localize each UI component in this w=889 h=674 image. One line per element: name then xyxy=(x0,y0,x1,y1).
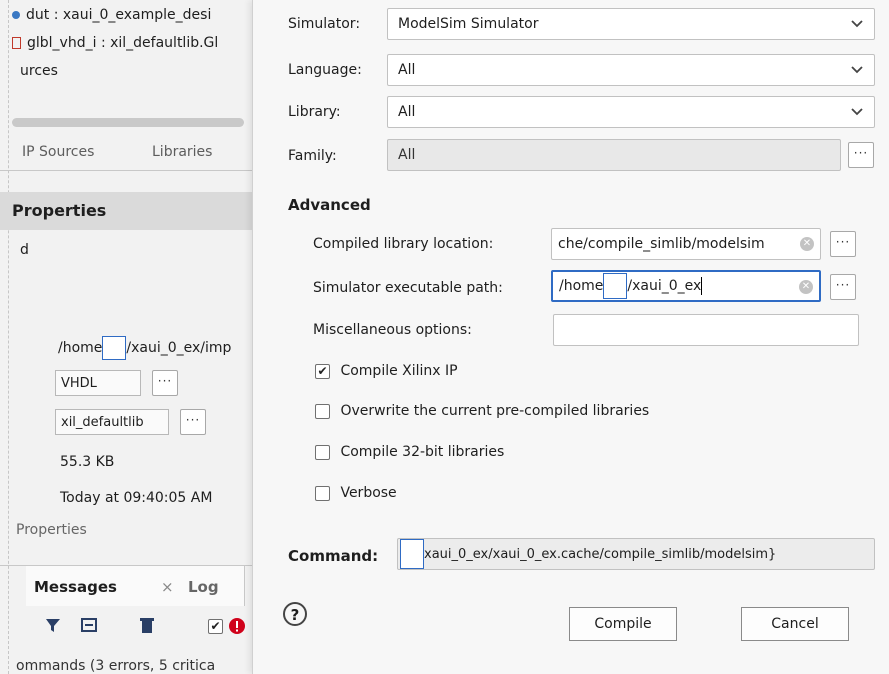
simulator-label: Simulator: xyxy=(288,16,361,32)
tab-ip-sources[interactable]: IP Sources xyxy=(22,144,94,160)
tab-log[interactable]: Log xyxy=(188,578,219,596)
sources-tab-bar: IP Sources Libraries xyxy=(0,136,252,171)
compile-button[interactable]: Compile xyxy=(569,607,677,641)
project-sources-pane: dut : xaui_0_example_desi glbl_vhd_i : x… xyxy=(0,0,252,674)
horizontal-scrollbar[interactable] xyxy=(12,118,244,127)
collapse-icon[interactable] xyxy=(80,616,98,634)
library-label: Library: xyxy=(288,104,341,120)
redacted-block xyxy=(603,273,628,299)
simulator-executable-browse-button[interactable]: ··· xyxy=(830,274,856,300)
show-checkbox[interactable]: ✔ xyxy=(208,619,223,634)
tree-item-dut[interactable]: dut : xaui_0_example_desi xyxy=(12,4,211,26)
family-label: Family: xyxy=(288,148,337,164)
property-path: /home/xaui_0_ex/imp xyxy=(58,336,231,360)
miscellaneous-options-label: Miscellaneous options: xyxy=(313,322,472,338)
compiled-library-location-label: Compiled library location: xyxy=(313,236,494,252)
verbose-option[interactable]: Verbose xyxy=(315,485,397,501)
command-preview: xaui_0_ex/xaui_0_ex.cache/compile_simlib… xyxy=(397,538,875,570)
command-label: Command: xyxy=(288,547,379,565)
chevron-down-icon xyxy=(851,108,863,116)
compiled-library-browse-button[interactable]: ··· xyxy=(830,231,856,257)
miscellaneous-options-input[interactable] xyxy=(553,314,859,346)
compile-32bit-option[interactable]: Compile 32-bit libraries xyxy=(315,444,504,460)
filter-icon[interactable] xyxy=(44,616,64,634)
tab-libraries[interactable]: Libraries xyxy=(152,144,212,160)
module-dot-icon xyxy=(12,11,20,19)
messages-tab[interactable]: Messages × Log xyxy=(26,566,245,606)
error-icon xyxy=(229,618,245,634)
properties-tab[interactable]: Properties xyxy=(16,522,87,538)
tree-item-sources[interactable]: urces xyxy=(20,60,58,82)
library-select[interactable]: All xyxy=(387,96,875,128)
compile-simulation-libraries-dialog: Simulator: ModelSim Simulator Language: … xyxy=(252,0,889,674)
help-icon[interactable]: ? xyxy=(283,602,307,626)
simulator-executable-path-input[interactable]: /home/xaui_0_ex ✕ xyxy=(551,270,821,302)
cancel-button[interactable]: Cancel xyxy=(741,607,849,641)
trash-icon[interactable] xyxy=(138,616,156,634)
compile-xilinx-ip-checkbox[interactable]: ✔ xyxy=(315,363,330,379)
property-size: 55.3 KB xyxy=(60,454,115,470)
close-icon[interactable]: × xyxy=(161,578,174,596)
properties-header: Properties xyxy=(0,192,252,230)
messages-toolbar: ✔ xyxy=(0,608,252,642)
tree-item-glbl[interactable]: glbl_vhd_i : xil_defaultlib.Gl xyxy=(12,32,218,54)
language-label: Language: xyxy=(288,62,362,78)
advanced-section-header: Advanced xyxy=(288,196,371,214)
verbose-checkbox[interactable] xyxy=(315,485,330,501)
compile-xilinx-ip-option[interactable]: ✔ Compile Xilinx IP xyxy=(315,363,458,379)
property-name: d xyxy=(20,242,29,258)
simulator-executable-path-label: Simulator executable path: xyxy=(313,280,503,296)
vhdl-file-icon xyxy=(12,37,21,49)
compiled-library-location-input[interactable]: che/compile_simlib/modelsim ✕ xyxy=(551,228,821,260)
file-type-more-button[interactable]: ··· xyxy=(152,370,178,396)
chevron-down-icon xyxy=(851,66,863,74)
overwrite-precompiled-checkbox[interactable] xyxy=(315,403,330,419)
chevron-down-icon xyxy=(851,20,863,28)
messages-status: ommands (3 errors, 5 critica xyxy=(16,658,216,674)
family-more-button[interactable]: ··· xyxy=(848,142,874,168)
clear-icon[interactable]: ✕ xyxy=(800,237,814,251)
library-more-button[interactable]: ··· xyxy=(180,409,206,435)
language-select[interactable]: All xyxy=(387,54,875,86)
redacted-block xyxy=(102,336,127,360)
overwrite-precompiled-option[interactable]: Overwrite the current pre-compiled libra… xyxy=(315,403,649,419)
messages-tab-bar: Messages × Log xyxy=(0,565,252,606)
compile-32bit-checkbox[interactable] xyxy=(315,444,330,460)
property-modified: Today at 09:40:05 AM xyxy=(60,490,213,506)
simulator-select[interactable]: ModelSim Simulator xyxy=(387,8,875,40)
file-type-field: VHDL xyxy=(55,370,141,396)
library-field: xil_defaultlib xyxy=(55,409,169,435)
redacted-block xyxy=(400,539,424,569)
family-field: All xyxy=(387,139,841,171)
text-caret xyxy=(701,277,703,295)
clear-icon[interactable]: ✕ xyxy=(799,280,813,294)
